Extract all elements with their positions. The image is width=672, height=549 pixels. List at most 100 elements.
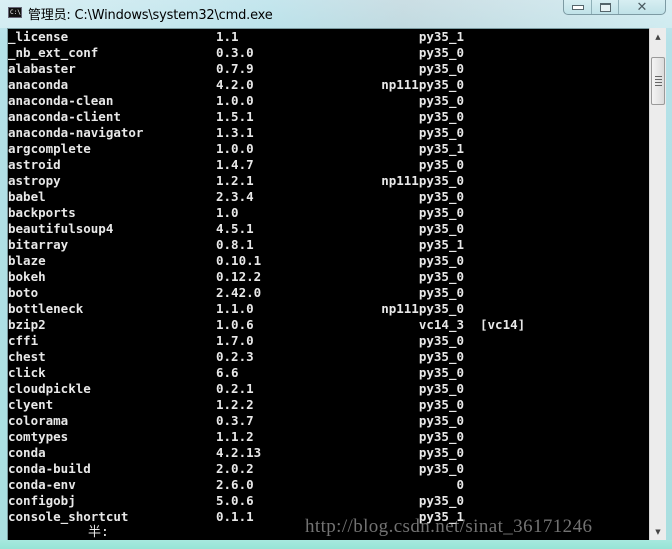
- package-row: anaconda-navigator 1.3.1 py35_0: [8, 125, 648, 141]
- title-bar[interactable]: C:\ 管理员: C:\Windows\system32\cmd.exe ✕: [0, 0, 672, 28]
- package-name: beautifulsoup4: [8, 221, 114, 236]
- package-row: colorama 0.3.7 py35_0: [8, 413, 648, 429]
- package-version: 1.4.7: [216, 157, 254, 172]
- package-name: click: [8, 365, 46, 380]
- package-build: np111py35_0: [381, 77, 464, 92]
- package-name: astroid: [8, 157, 61, 172]
- package-row: anaconda-clean 1.0.0 py35_0: [8, 93, 648, 109]
- package-version: 0.8.1: [216, 237, 254, 252]
- minimize-button[interactable]: [564, 0, 592, 14]
- minimize-icon: [571, 4, 584, 10]
- package-build: np111py35_0: [381, 301, 464, 316]
- package-row: _nb_ext_conf 0.3.0 py35_0: [8, 45, 648, 61]
- scrollbar-thumb[interactable]: [651, 57, 665, 105]
- maximize-icon: [599, 2, 611, 12]
- vertical-scrollbar[interactable]: ▲ ▼: [649, 28, 666, 540]
- package-build: py35_0: [418, 205, 464, 220]
- package-build: py35_0: [418, 413, 464, 428]
- package-version: 5.0.6: [216, 493, 254, 508]
- package-name: bzip2: [8, 317, 46, 332]
- package-version: 1.1.2: [216, 429, 254, 444]
- package-row: bzip2 1.0.6 vc14_3 [vc14]: [8, 317, 648, 333]
- package-name: boto: [8, 285, 39, 300]
- package-name: babel: [8, 189, 46, 204]
- package-row: clyent 1.2.2 py35_0: [8, 397, 648, 413]
- package-name: _nb_ext_conf: [8, 45, 99, 60]
- package-name: anaconda-client: [8, 109, 121, 124]
- package-name: conda-env: [8, 477, 76, 492]
- package-version: 4.2.13: [216, 445, 262, 460]
- package-name: anaconda-clean: [8, 93, 114, 108]
- package-name: bitarray: [8, 237, 69, 252]
- package-version: 2.6.0: [216, 477, 254, 492]
- package-build: py35_0: [418, 109, 464, 124]
- package-name: argcomplete: [8, 141, 91, 156]
- package-channel: [vc14]: [480, 317, 526, 332]
- package-row: anaconda-client 1.5.1 py35_0: [8, 109, 648, 125]
- package-build: py35_0: [418, 45, 464, 60]
- package-name: conda-build: [8, 461, 91, 476]
- package-row: astroid 1.4.7 py35_0: [8, 157, 648, 173]
- package-name: blaze: [8, 253, 46, 268]
- package-build: py35_0: [418, 253, 464, 268]
- package-name: bokeh: [8, 269, 46, 284]
- package-name: anaconda: [8, 77, 69, 92]
- package-build: vc14_3: [418, 317, 464, 332]
- package-build: py35_0: [418, 285, 464, 300]
- package-version: 4.5.1: [216, 221, 254, 236]
- package-version: 1.0.6: [216, 317, 254, 332]
- package-build: py35_0: [418, 333, 464, 348]
- package-row: click 6.6 py35_0: [8, 365, 648, 381]
- package-version: 0.2.1: [216, 381, 254, 396]
- package-build: py35_0: [418, 445, 464, 460]
- scroll-down-button[interactable]: ▼: [650, 523, 666, 540]
- package-name: colorama: [8, 413, 69, 428]
- package-build: 0: [456, 477, 464, 492]
- close-icon: ✕: [636, 0, 648, 15]
- package-row: bottleneck 1.1.0 np111py35_0: [8, 301, 648, 317]
- package-row: comtypes 1.1.2 py35_0: [8, 429, 648, 445]
- ime-status: 半:: [88, 525, 109, 540]
- package-row: astropy 1.2.1 np111py35_0: [8, 173, 648, 189]
- close-button[interactable]: ✕: [619, 0, 665, 14]
- package-version: 1.0: [216, 205, 239, 220]
- package-build: py35_0: [418, 269, 464, 284]
- package-row: anaconda 4.2.0 np111py35_0: [8, 77, 648, 93]
- package-version: 1.0.0: [216, 141, 254, 156]
- package-build: py35_1: [418, 29, 464, 44]
- package-build: py35_1: [418, 141, 464, 156]
- package-row: conda-build 2.0.2 py35_0: [8, 461, 648, 477]
- window-bottom-border: [0, 540, 672, 549]
- package-build: np111py35_0: [381, 173, 464, 188]
- package-row: boto 2.42.0 py35_0: [8, 285, 648, 301]
- package-version: 0.7.9: [216, 61, 254, 76]
- scroll-up-arrow-icon: ▲: [655, 32, 661, 41]
- package-row: argcomplete 1.0.0 py35_1: [8, 141, 648, 157]
- package-row: alabaster 0.7.9 py35_0: [8, 61, 648, 77]
- package-build: py35_0: [418, 461, 464, 476]
- package-list: _license 1.1 py35_1 _nb_ext_conf 0.3.0 py35_0…: [8, 29, 648, 525]
- package-build: py35_0: [418, 349, 464, 364]
- package-row: chest 0.2.3 py35_0: [8, 349, 648, 365]
- package-row: configobj 5.0.6 py35_0: [8, 493, 648, 509]
- package-name: configobj: [8, 493, 76, 508]
- cmd-app-icon[interactable]: C:\: [8, 7, 22, 18]
- package-version: 1.1: [216, 29, 239, 44]
- package-version: 1.1.0: [216, 301, 254, 316]
- package-build: py35_0: [418, 189, 464, 204]
- package-version: 1.3.1: [216, 125, 254, 140]
- package-row: bokeh 0.12.2 py35_0: [8, 269, 648, 285]
- package-version: 2.42.0: [216, 285, 262, 300]
- package-build: py35_0: [418, 365, 464, 380]
- console-output[interactable]: _license 1.1 py35_1 _nb_ext_conf 0.3.0 py35_0…: [7, 28, 649, 540]
- package-version: 2.3.4: [216, 189, 254, 204]
- package-version: 0.3.0: [216, 45, 254, 60]
- package-name: conda: [8, 445, 46, 460]
- package-row: conda-env 2.6.0 0: [8, 477, 648, 493]
- package-version: 0.2.3: [216, 349, 254, 364]
- package-name: _license: [8, 29, 69, 44]
- scroll-up-button[interactable]: ▲: [650, 28, 666, 45]
- maximize-button[interactable]: [592, 0, 619, 14]
- package-version: 1.0.0: [216, 93, 254, 108]
- package-version: 6.6: [216, 365, 239, 380]
